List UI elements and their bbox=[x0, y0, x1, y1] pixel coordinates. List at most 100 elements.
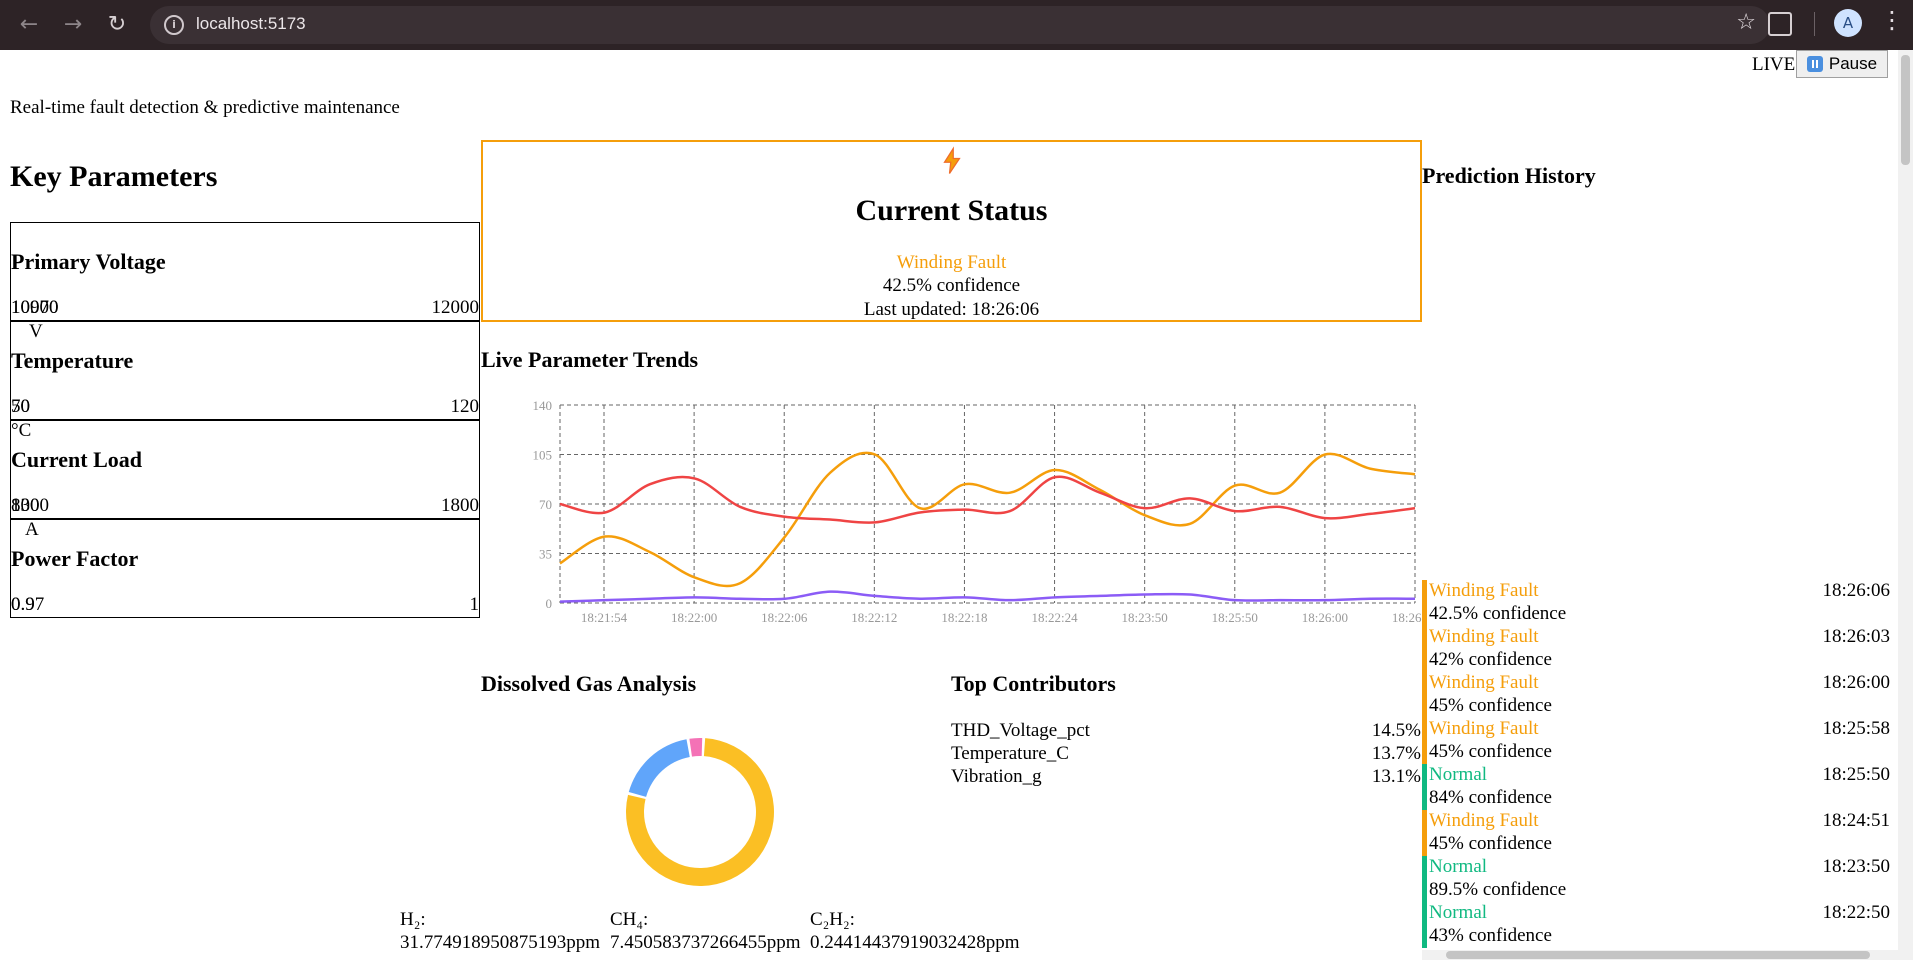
status-prediction: Winding Fault bbox=[896, 252, 1007, 273]
history-time: 18:25:50 bbox=[1822, 764, 1890, 785]
site-info-icon[interactable]: i bbox=[164, 15, 184, 35]
profile-avatar-icon[interactable]: A bbox=[1834, 9, 1862, 37]
history-time: 18:25:58 bbox=[1822, 718, 1890, 739]
pause-label: Pause bbox=[1828, 54, 1878, 73]
x-tick-label: 18:22:12 bbox=[851, 610, 897, 625]
status-title: Current Status bbox=[855, 194, 1048, 227]
trends-title: Live Parameter Trends bbox=[481, 347, 699, 372]
history-item: Winding Fault 18:26:00 45% confidence bbox=[1422, 672, 1898, 718]
reload-icon[interactable]: ↻ bbox=[100, 8, 134, 42]
history-time: 18:26:06 bbox=[1822, 580, 1890, 601]
contributor-row: Temperature_C 13.7% bbox=[951, 743, 1421, 766]
history-item: Winding Fault 18:24:51 45% confidence bbox=[1422, 810, 1898, 856]
history-prediction: Winding Fault bbox=[1429, 718, 1539, 739]
history-confidence: 45% confidence bbox=[1429, 695, 1552, 716]
browser-toolbar: ← → ↻ i localhost:5173 ☆ A ⋮ bbox=[0, 0, 1913, 50]
prediction-history-title: Prediction History bbox=[1422, 163, 1596, 188]
key-parameters-title: Key Parameters bbox=[10, 160, 218, 193]
history-time: 18:26:00 bbox=[1822, 672, 1890, 693]
gas-label: C₂H₂: bbox=[810, 909, 855, 930]
page-subtitle: Real-time fault detection & predictive m… bbox=[10, 97, 400, 118]
history-confidence: 89.5% confidence bbox=[1429, 879, 1567, 900]
history-item: Winding Fault 18:25:58 45% confidence bbox=[1422, 718, 1898, 764]
back-arrow-icon[interactable]: ← bbox=[12, 8, 46, 42]
contributor-name: Vibration_g bbox=[951, 766, 1042, 787]
live-trends-chart: 0 35 70 105 140 18:21:54 18:22:00 18:22:06 18:22… bbox=[533, 398, 1423, 625]
bookmark-star-icon[interactable]: ☆ bbox=[1736, 10, 1756, 35]
x-tick-label: 18:22:06 bbox=[761, 610, 808, 625]
history-confidence: 45% confidence bbox=[1429, 741, 1552, 762]
param-card-temperature: Temperature 50 70 120 °C bbox=[10, 321, 480, 441]
history-confidence: 84% confidence bbox=[1429, 787, 1552, 808]
param-card-power-factor: Power Factor 0.9 0.97 1 bbox=[10, 519, 480, 618]
status-last-updated: Last updated: 18:26:06 bbox=[863, 299, 1040, 320]
pause-button[interactable]: Pause bbox=[1796, 50, 1888, 78]
contributor-row: THD_Voltage_pct 14.5% bbox=[951, 720, 1421, 743]
y-tick-label: 70 bbox=[539, 497, 552, 512]
x-tick-label: 18:21:54 bbox=[581, 610, 628, 625]
top-contributors-title: Top Contributors bbox=[951, 671, 1116, 696]
param-name: Primary Voltage bbox=[11, 249, 166, 274]
param-name: Current Load bbox=[11, 447, 142, 472]
param-name: Power Factor bbox=[11, 546, 139, 571]
address-url[interactable]: localhost:5173 bbox=[196, 14, 306, 34]
gas-ch4: CH₄: 7.450583737266455ppm bbox=[610, 908, 801, 954]
prediction-history-list[interactable]: Winding Fault 18:26:06 42.5% confidence … bbox=[1422, 580, 1898, 948]
x-tick-label: 18:23:50 bbox=[1122, 610, 1168, 625]
contributor-value: 14.5% bbox=[1371, 720, 1421, 741]
history-scrollbar-thumb[interactable] bbox=[1446, 951, 1870, 959]
history-confidence: 43% confidence bbox=[1429, 925, 1552, 946]
page-scrollbar[interactable] bbox=[1898, 50, 1913, 960]
history-time: 18:26:03 bbox=[1822, 626, 1890, 647]
gas-label: CH₄: bbox=[610, 909, 649, 930]
history-item: Winding Fault 18:26:03 42% confidence bbox=[1422, 626, 1898, 672]
status-confidence: 42.5% confidence bbox=[882, 275, 1021, 296]
page-scrollbar-thumb[interactable] bbox=[1901, 55, 1910, 165]
history-prediction: Normal bbox=[1429, 902, 1488, 923]
history-time: 18:24:51 bbox=[1822, 810, 1890, 831]
gas-value: 31.774918950875193ppm bbox=[400, 932, 601, 953]
dga-title: Dissolved Gas Analysis bbox=[481, 671, 697, 696]
history-confidence: 42% confidence bbox=[1429, 649, 1552, 670]
browser-menu-icon[interactable]: ⋮ bbox=[1880, 6, 1904, 34]
y-tick-label: 105 bbox=[533, 448, 553, 463]
history-prediction: Winding Fault bbox=[1429, 626, 1539, 647]
param-card-voltage: Primary Voltage 10000 10970 12000 V bbox=[10, 222, 480, 342]
contributor-value: 13.7% bbox=[1371, 743, 1421, 764]
param-card-current: Current Load 800 1300 1800 A bbox=[10, 420, 480, 540]
gas-value: 0.24414437919032428ppm bbox=[810, 932, 1020, 953]
contributor-value: 13.1% bbox=[1371, 766, 1421, 787]
history-prediction: Winding Fault bbox=[1429, 580, 1539, 601]
donut-slice bbox=[689, 738, 703, 757]
current-status-card: Current Status Winding Fault 42.5% confi… bbox=[481, 140, 1422, 322]
contributor-name: Temperature_C bbox=[951, 743, 1069, 764]
extensions-icon[interactable] bbox=[1768, 12, 1792, 36]
toolbar-divider bbox=[1814, 12, 1815, 36]
history-time: 18:22:50 bbox=[1822, 902, 1890, 923]
history-prediction: Winding Fault bbox=[1429, 672, 1539, 693]
history-prediction: Winding Fault bbox=[1429, 810, 1539, 831]
y-tick-label: 35 bbox=[539, 547, 552, 562]
param-max: 12000 bbox=[431, 297, 480, 318]
dga-donut-chart bbox=[626, 738, 774, 886]
param-value: 1300 bbox=[11, 495, 49, 516]
history-prediction: Normal bbox=[1429, 764, 1488, 785]
x-tick-label: 18:22:24 bbox=[1031, 610, 1078, 625]
series-line bbox=[559, 475, 1416, 524]
x-tick-label: 18:22:00 bbox=[671, 610, 717, 625]
param-value: 0.97 bbox=[11, 594, 45, 615]
forward-arrow-icon[interactable]: → bbox=[56, 8, 90, 42]
param-max: 1800 bbox=[441, 495, 479, 516]
history-confidence: 42.5% confidence bbox=[1429, 603, 1567, 624]
param-name: Temperature bbox=[11, 348, 134, 373]
gas-c2h2: C₂H₂: 0.24414437919032428ppm bbox=[810, 908, 1020, 954]
history-item: Normal 18:25:50 84% confidence bbox=[1422, 764, 1898, 810]
series-line bbox=[559, 451, 1416, 588]
gas-value: 7.450583737266455ppm bbox=[610, 932, 801, 953]
address-bar[interactable]: i localhost:5173 ☆ bbox=[150, 6, 1770, 44]
donut-slice bbox=[628, 739, 690, 797]
pause-icon bbox=[1806, 56, 1823, 72]
history-item: Normal 18:23:50 89.5% confidence bbox=[1422, 856, 1898, 902]
y-tick-label: 0 bbox=[546, 596, 553, 611]
history-confidence: 45% confidence bbox=[1429, 833, 1552, 854]
